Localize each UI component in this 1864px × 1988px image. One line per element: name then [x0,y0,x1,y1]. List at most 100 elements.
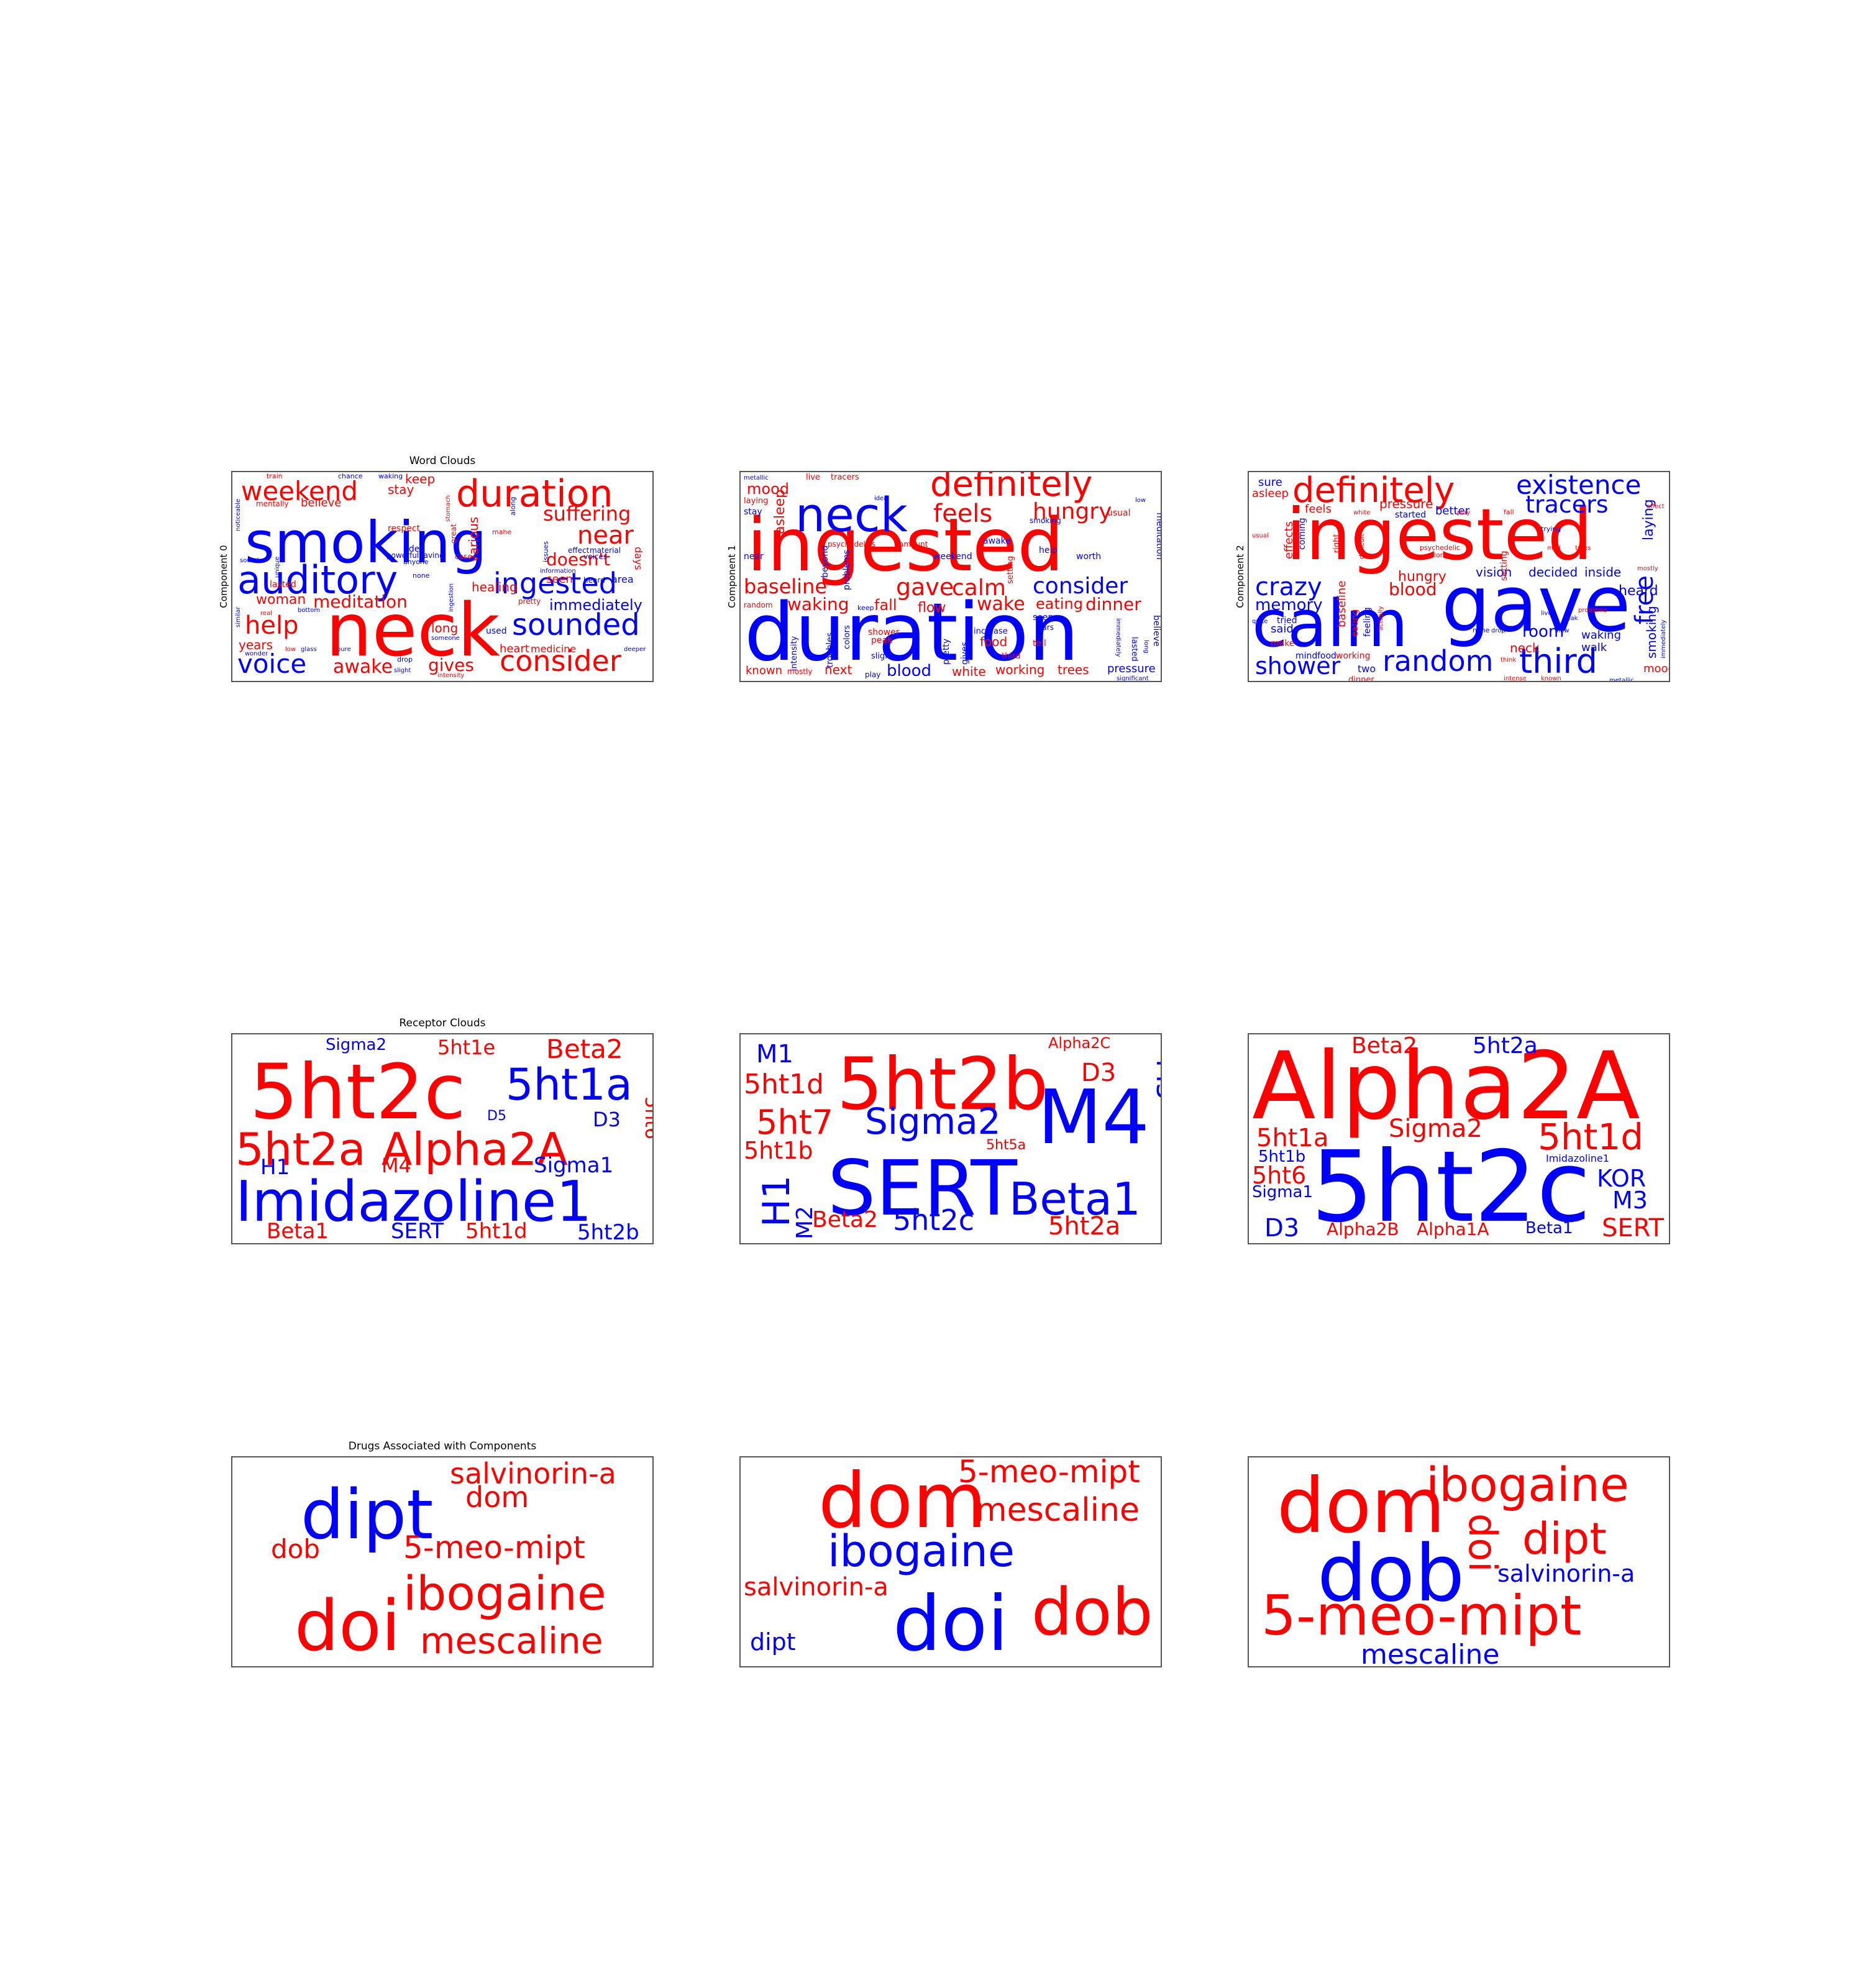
cloud-word: decided [1528,565,1578,580]
cloud-word: someone [431,635,460,642]
cloud-word: M4 [381,1154,411,1177]
cloud-word: powerful [386,551,419,560]
cloud-word: feeling [1363,607,1373,637]
cloud-word: 5-meo-mipt [403,1530,585,1566]
cloud-word: psychedelics [828,540,875,549]
cloud-word: SERT [1602,1214,1665,1242]
cloud-word: low [1135,497,1146,504]
cloud-word: Beta1 [267,1219,329,1243]
word-cloud: 5ht2bSERTM4Beta1Sigma25ht75ht1d5ht1bM1D3… [744,1034,1161,1241]
cloud-word: Sigma2 [326,1036,386,1054]
cloud-word: real [260,610,272,617]
row-label-component-1: Component 1 [726,545,738,608]
cloud-word: beyond [820,545,830,578]
cloud-word: trees [1575,545,1591,552]
cloud-word: colors [1426,551,1446,559]
cloud-word: weekend [933,552,972,562]
cloud-word: feels [933,499,992,528]
cloud-word: ibogaine [828,1526,1015,1577]
cloud-word: dipt [1522,1513,1607,1564]
cloud-word: idea [874,495,887,502]
cloud-word: laying [744,496,768,506]
cloud-word: believe [301,496,341,509]
cloud-word: mind [1295,651,1317,661]
cloud-word: white [952,664,986,679]
cloud-word: awake [983,536,1011,546]
cloud-word: M3 [1612,1187,1648,1214]
cloud-word: slight [394,667,411,674]
cloud-word: doi [893,1580,1008,1666]
cloud-word: increase [974,627,1008,636]
cloud-word: pure [337,646,351,653]
cloud-word: D3 [1081,1059,1116,1087]
cloud-word: pressure [1379,496,1433,511]
word-cloud: dom5-meo-miptmescalineibogainedoi dobsalv… [744,1457,1153,1666]
cloud-word: peak [871,636,893,645]
cloud-word: trees [1058,662,1089,677]
section-title: Word Clouds [409,455,476,467]
cloud-word: flow [918,600,946,616]
section-title: Drugs Associated with Components [348,1440,537,1452]
cloud-word: smoking [1644,606,1659,659]
word-cloud: ingestedgavecalmdefinitely existencetrace… [1252,472,1669,681]
cloud-word: food [1317,651,1336,661]
cloud-word: near [744,552,764,562]
cloud-word: meditation [1154,513,1161,560]
cloud-word: mild [1547,545,1561,552]
cloud-word: pretty [941,639,951,665]
cloud-word: D3 [1264,1214,1299,1242]
cloud-word: problems [842,550,852,590]
cloud-word: meditation [313,591,408,612]
cloud-word: metallic [744,475,769,481]
cloud-word: Beta1 [1525,1219,1573,1238]
row-label-component-0: Component 0 [218,545,229,608]
cloud-word: coming [1297,518,1307,550]
cloud-word: deeper [624,646,646,653]
cloud-word: believe [1151,615,1161,647]
cloud-word: waking [1581,629,1621,642]
cloud-word: Beta2 [812,1207,878,1233]
cloud-word: tracers [831,473,859,482]
cloud-word: neck [795,487,908,542]
cloud-word: seen [546,573,573,586]
cloud-word: flow [1556,627,1569,634]
cloud-word: blood [887,662,931,680]
cloud-word: mostly [1637,565,1658,572]
cloud-word: gave [896,573,954,601]
cloud-word: 5ht1e [437,1036,495,1059]
cloud-word: random [744,601,773,609]
cloud-word: waking [787,594,849,614]
cloud-panel-2-2: dom ibogaine dob doi dipt salvinorin-a 5-meo-m… [1248,1456,1670,1667]
cloud-word: lasted [1130,637,1139,662]
cloud-word: D3 [593,1108,621,1131]
cloud-word: 5-meo-mipt [958,1457,1140,1490]
cloud-word: 5ht1d [744,1069,824,1100]
cloud-word: tried [1277,616,1297,626]
cloud-word: third [1002,652,1020,661]
cloud-word: respect [388,524,421,534]
cloud-word: food [980,634,1007,649]
cloud-word: pretty [518,597,541,606]
cloud-word: fall [874,596,897,614]
cloud-word: help [1039,545,1058,555]
cloud-word: memory [1255,596,1323,614]
cloud-word: known [1541,675,1561,681]
cloud-word: gives [960,642,970,665]
cloud-word: right [1332,534,1341,553]
cloud-word: think [1501,657,1516,663]
cloud-word: started [1395,510,1426,520]
cloud-word: healing [472,580,518,595]
cloud-word: setting [1006,556,1015,584]
cloud-word: random [1382,644,1493,678]
cloud-word: voices [583,552,607,561]
cloud-word: M4 [1038,1075,1149,1161]
cloud-word: 5ht2a [1473,1034,1538,1059]
cloud-word: ears [1038,623,1054,632]
cloud-word: tracers [1525,491,1609,518]
cloud-word: 5ht1d [1538,1116,1643,1158]
cloud-word: mescaline [1361,1639,1499,1666]
cloud-word: intensity [790,636,799,671]
cloud-word: asleep [1252,487,1289,500]
cloud-word: fall [1504,508,1514,516]
cloud-word: bottom [298,607,320,614]
